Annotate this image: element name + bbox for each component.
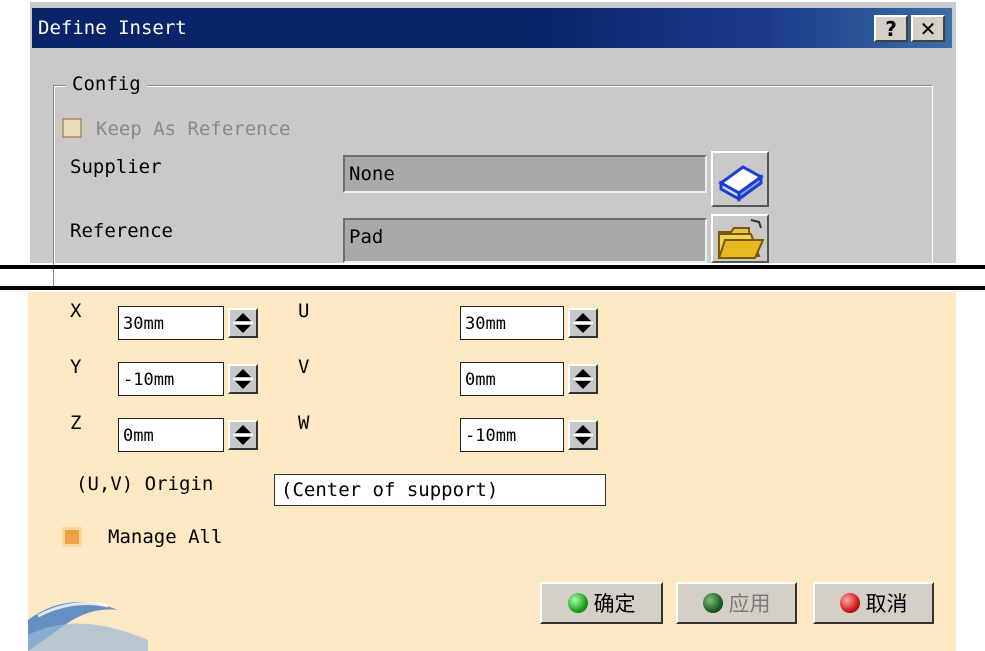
- u-label: U: [298, 300, 310, 322]
- manage-all-checkbox[interactable]: [62, 527, 82, 547]
- cancel-led-icon: [839, 593, 860, 613]
- w-label: W: [298, 412, 310, 434]
- w-spinner[interactable]: [568, 420, 598, 450]
- v-field[interactable]: 0mm: [460, 362, 564, 396]
- u-spinner[interactable]: [568, 308, 598, 338]
- supplier-label: Supplier: [70, 156, 162, 178]
- ok-led-icon: [567, 593, 588, 613]
- ok-button-label: 确定: [593, 592, 636, 616]
- y-field[interactable]: -10mm: [118, 362, 224, 396]
- spinner-arrows-icon: [233, 425, 253, 445]
- catalog-browser-button[interactable]: [711, 151, 769, 207]
- v-label: V: [298, 356, 310, 378]
- spinner-arrows-icon: [233, 313, 253, 333]
- spinner-arrows-icon: [573, 369, 593, 389]
- spinner-arrows-icon: [573, 313, 593, 333]
- y-spinner[interactable]: [228, 364, 258, 394]
- keep-as-reference-checkbox[interactable]: [62, 118, 82, 138]
- z-field[interactable]: 0mm: [118, 418, 224, 452]
- origin-field[interactable]: (Center of support): [274, 474, 606, 506]
- cut-separator-bottom: [0, 286, 985, 290]
- close-button[interactable]: ✕: [911, 15, 945, 42]
- reference-field[interactable]: Pad: [343, 218, 707, 263]
- y-label: Y: [70, 356, 82, 378]
- apply-button[interactable]: 应用: [676, 582, 797, 624]
- cancel-button-label: 取消: [865, 592, 908, 616]
- ok-button[interactable]: 确定: [540, 582, 663, 624]
- window-title: Define Insert: [38, 17, 187, 39]
- cancel-button[interactable]: 取消: [813, 582, 934, 624]
- spinner-arrows-icon: [233, 369, 253, 389]
- supplier-field[interactable]: None: [343, 155, 707, 193]
- z-label: Z: [70, 412, 82, 434]
- v-spinner[interactable]: [568, 364, 598, 394]
- spinner-arrows-icon: [573, 425, 593, 445]
- open-file-button[interactable]: [711, 214, 769, 263]
- manage-all-label: Manage All: [108, 526, 223, 548]
- help-button[interactable]: ?: [874, 15, 908, 42]
- u-field[interactable]: 30mm: [460, 306, 564, 340]
- config-group-label: Config: [66, 73, 147, 95]
- w-field[interactable]: -10mm: [460, 418, 564, 452]
- reference-label: Reference: [70, 220, 173, 242]
- open-folder-icon: [717, 219, 765, 259]
- x-field[interactable]: 30mm: [118, 306, 224, 340]
- cut-separator-top: [0, 265, 985, 269]
- origin-label: (U,V) Origin: [76, 473, 214, 495]
- keep-as-reference-label: Keep As Reference: [96, 118, 291, 140]
- apply-button-label: 应用: [728, 592, 771, 616]
- apply-led-icon: [702, 593, 723, 613]
- x-spinner[interactable]: [228, 308, 258, 338]
- logo-swoosh-icon: [28, 602, 148, 651]
- z-spinner[interactable]: [228, 420, 258, 450]
- catalog-book-icon: [718, 165, 764, 202]
- x-label: X: [70, 300, 82, 322]
